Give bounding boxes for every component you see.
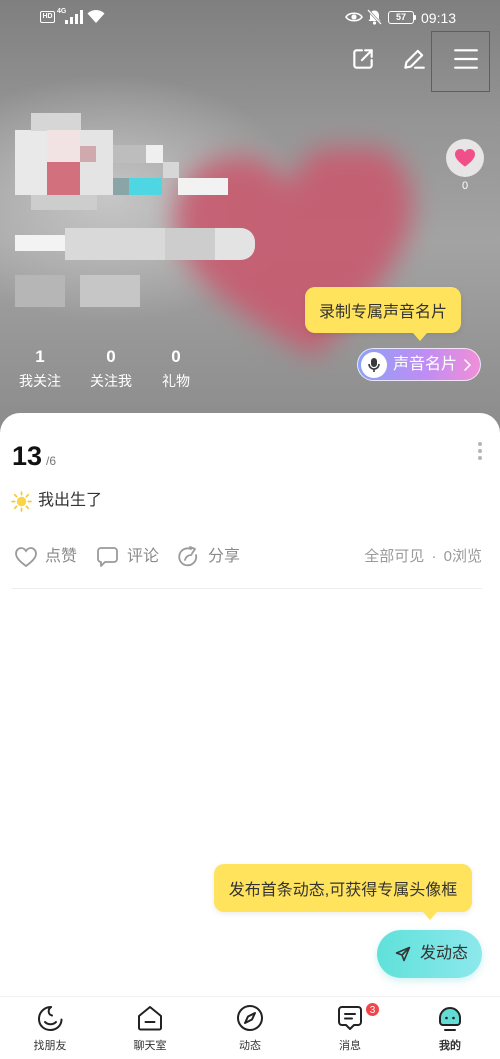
- wifi-icon: [87, 9, 105, 23]
- mosaic-block: [31, 113, 81, 131]
- nav-item-me[interactable]: 我的: [400, 997, 500, 1059]
- more-dot: [478, 456, 482, 460]
- mosaic-block: [178, 178, 228, 195]
- like-count: 0: [461, 180, 469, 192]
- eye-icon: [345, 12, 363, 22]
- mosaic-block: [129, 178, 162, 195]
- like-profile-button[interactable]: [446, 139, 484, 177]
- mosaic-block: [146, 145, 163, 163]
- nav-item-messages[interactable]: 3 消息: [300, 997, 400, 1059]
- share-label: 分享: [208, 548, 241, 565]
- mosaic-block: [15, 235, 65, 251]
- publish-label: 发动态: [420, 945, 469, 962]
- mosaic-block: [47, 162, 80, 195]
- mosaic-block: [15, 130, 47, 195]
- heart-outline-icon: [15, 547, 37, 568]
- mosaic-block: [80, 146, 96, 162]
- status-time: 09:13: [421, 10, 457, 26]
- like-post-button[interactable]: 点赞: [14, 546, 77, 568]
- share-arrow-icon: [178, 546, 198, 567]
- more-dot: [478, 442, 482, 446]
- more-dot: [478, 449, 482, 453]
- nav-item-chatroom[interactable]: 聊天室: [100, 997, 200, 1059]
- publish-tooltip-text: 发布首条动态,可获得专属头像框: [228, 882, 458, 899]
- hd-indicator: HD: [40, 11, 55, 23]
- mosaic-block: [47, 130, 80, 162]
- battery-indicator: 57: [388, 11, 414, 24]
- post-date-day: 13: [12, 441, 43, 471]
- mosaic-block: [165, 228, 215, 260]
- bottom-nav: 找朋友 聊天室 动态 3 消息 我的: [0, 996, 500, 1059]
- compass-icon: [237, 1005, 263, 1031]
- divider: [12, 588, 482, 589]
- stat-value: 0: [106, 347, 116, 366]
- nav-item-find-friends[interactable]: 找朋友: [0, 997, 100, 1059]
- tooltip-pointer: [413, 333, 427, 341]
- stat-following[interactable]: 1 我关注: [10, 347, 70, 390]
- stat-label: 我关注: [19, 373, 61, 389]
- battery-tip: [414, 15, 416, 20]
- stat-followers[interactable]: 0 关注我: [81, 347, 141, 390]
- publish-tooltip: 发布首条动态,可获得专属头像框: [214, 864, 472, 912]
- visibility-label: 全部可见: [364, 548, 425, 565]
- post-meta[interactable]: 全部可见 · 0浏览: [290, 547, 482, 567]
- edit-icon: [404, 49, 425, 69]
- more-options-button[interactable]: [477, 442, 483, 462]
- voice-card-tooltip-text: 录制专属声音名片: [318, 304, 447, 321]
- like-label: 点赞: [45, 548, 78, 565]
- mosaic-block: [113, 178, 129, 195]
- stat-value: 1: [35, 347, 45, 366]
- nav-label: 动态: [239, 1040, 261, 1052]
- highlight-box: [431, 31, 490, 92]
- tooltip-pointer: [423, 912, 437, 920]
- sun-icon: [11, 491, 32, 512]
- nav-label: 聊天室: [133, 1040, 167, 1052]
- mosaic-block: [15, 275, 65, 307]
- share-post-button[interactable]: 分享: [177, 546, 240, 568]
- edit-profile-button[interactable]: [401, 46, 427, 72]
- unread-badge: 3: [365, 1002, 380, 1017]
- heart-icon: [455, 149, 475, 167]
- voice-card-label: 声音名片: [393, 355, 458, 373]
- mute-bell-icon: [367, 9, 382, 25]
- nav-label: 找朋友: [33, 1040, 67, 1052]
- mosaic-block: [215, 228, 255, 260]
- nav-label: 我的: [439, 1040, 461, 1052]
- message-icon: [338, 1006, 362, 1030]
- stat-label: 礼物: [162, 373, 190, 389]
- meta-separator: ·: [431, 548, 437, 565]
- comment-icon: [97, 547, 118, 567]
- chatroom-icon: [138, 1006, 162, 1031]
- stat-gifts[interactable]: 0 礼物: [146, 347, 206, 390]
- stat-value: 0: [171, 347, 181, 366]
- microphone-icon: [368, 357, 380, 372]
- send-icon: [395, 946, 411, 962]
- app-screen: HD 4G 57 09:13 0 1 我关注 0 关注我 0 礼物 录制专属声音…: [0, 0, 500, 1059]
- nav-item-moments[interactable]: 动态: [200, 997, 300, 1059]
- post-date-month: /6: [46, 454, 57, 468]
- comment-label: 评论: [127, 548, 160, 565]
- mosaic-block: [163, 162, 179, 178]
- comment-post-button[interactable]: 评论: [96, 546, 159, 568]
- signal-icon: [65, 10, 83, 24]
- find-friends-icon: [38, 1006, 63, 1031]
- view-count: 0浏览: [443, 548, 482, 565]
- mic-badge: [361, 351, 387, 378]
- profile-face-icon: [439, 1007, 461, 1031]
- mosaic-block: [80, 130, 113, 195]
- chevron-right-icon: [464, 358, 472, 371]
- voice-card-button[interactable]: 声音名片: [357, 348, 481, 381]
- voice-card-tooltip: 录制专属声音名片: [305, 287, 461, 333]
- publish-post-button[interactable]: 发动态: [377, 930, 482, 978]
- nav-label: 消息: [339, 1040, 361, 1052]
- share-profile-button[interactable]: [350, 46, 376, 72]
- share-icon: [353, 49, 373, 69]
- post-content: 我出生了: [38, 492, 103, 509]
- stat-label: 关注我: [90, 373, 132, 389]
- mosaic-block: [80, 275, 140, 307]
- mosaic-block: [31, 195, 97, 210]
- mosaic-block: [65, 228, 165, 260]
